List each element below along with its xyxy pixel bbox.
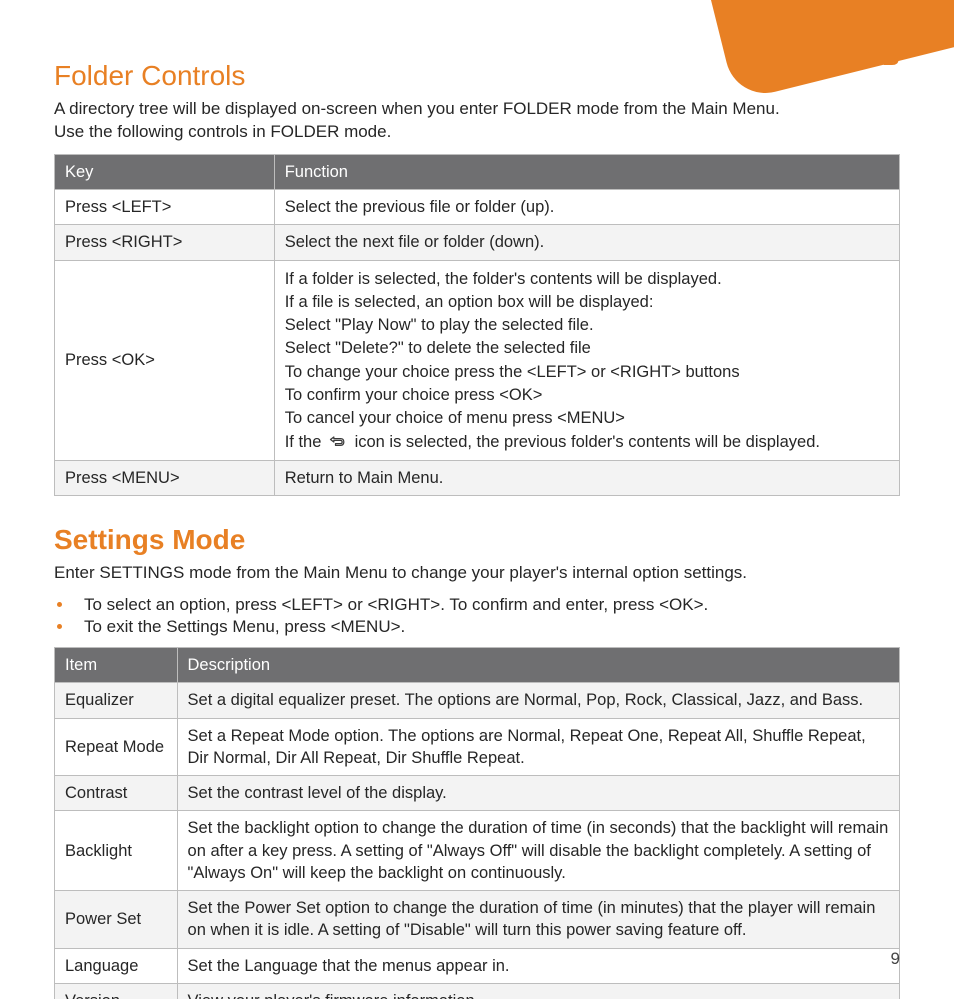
desc-cell: View your player's firmware information. xyxy=(177,983,899,999)
desc-cell: Set a Repeat Mode option. The options ar… xyxy=(177,718,899,776)
ok-line: If the icon is selected, the previous fo… xyxy=(285,431,889,453)
settings-intro: Enter SETTINGS mode from the Main Menu t… xyxy=(54,562,900,585)
item-cell: Repeat Mode xyxy=(55,718,178,776)
table-row: Press <RIGHT> Select the next file or fo… xyxy=(55,225,900,260)
table-row: Press <OK> If a folder is selected, the … xyxy=(55,260,900,460)
page: GB Folder Controls A directory tree will… xyxy=(0,0,954,999)
settings-table-header-item: Item xyxy=(55,648,178,683)
table-row: Repeat Mode Set a Repeat Mode option. Th… xyxy=(55,718,900,776)
func-cell: Select the previous file or folder (up). xyxy=(274,190,899,225)
func-cell: Select the next file or folder (down). xyxy=(274,225,899,260)
ok-line: To change your choice press the <LEFT> o… xyxy=(285,361,889,383)
back-folder-icon xyxy=(328,433,348,447)
folder-table-header-func: Function xyxy=(274,154,899,189)
ok-line: If a file is selected, an option box wil… xyxy=(285,291,889,313)
table-row: Version View your player's firmware info… xyxy=(55,983,900,999)
table-row: Equalizer Set a digital equalizer preset… xyxy=(55,683,900,718)
desc-cell: Set a digital equalizer preset. The opti… xyxy=(177,683,899,718)
settings-table: Item Description Equalizer Set a digital… xyxy=(54,647,900,999)
folder-intro: A directory tree will be displayed on-sc… xyxy=(54,98,900,144)
item-cell: Equalizer xyxy=(55,683,178,718)
item-cell: Power Set xyxy=(55,891,178,949)
folder-controls-table: Key Function Press <LEFT> Select the pre… xyxy=(54,154,900,496)
ok-line-suffix: icon is selected, the previous folder's … xyxy=(355,433,820,451)
desc-cell: Set the backlight option to change the d… xyxy=(177,811,899,891)
desc-cell: Set the Language that the menus appear i… xyxy=(177,948,899,983)
func-cell: If a folder is selected, the folder's co… xyxy=(274,260,899,460)
ok-line: To cancel your choice of menu press <MEN… xyxy=(285,407,889,429)
ok-line: If a folder is selected, the folder's co… xyxy=(285,268,889,290)
key-cell: Press <RIGHT> xyxy=(55,225,275,260)
language-badge: GB xyxy=(863,44,900,72)
settings-bullet: To exit the Settings Menu, press <MENU>. xyxy=(74,617,900,637)
folder-controls-heading: Folder Controls xyxy=(54,60,900,92)
desc-cell: Set the Power Set option to change the d… xyxy=(177,891,899,949)
desc-cell: Set the contrast level of the display. xyxy=(177,776,899,811)
item-cell: Backlight xyxy=(55,811,178,891)
folder-intro-line1: A directory tree will be displayed on-sc… xyxy=(54,99,780,118)
table-row: Language Set the Language that the menus… xyxy=(55,948,900,983)
key-cell: Press <LEFT> xyxy=(55,190,275,225)
key-cell: Press <MENU> xyxy=(55,460,275,495)
table-row: Contrast Set the contrast level of the d… xyxy=(55,776,900,811)
ok-line-prefix: If the xyxy=(285,433,326,451)
settings-bullets: To select an option, press <LEFT> or <RI… xyxy=(54,595,900,637)
settings-bullet: To select an option, press <LEFT> or <RI… xyxy=(74,595,900,615)
ok-line: To confirm your choice press <OK> xyxy=(285,384,889,406)
settings-table-header-desc: Description xyxy=(177,648,899,683)
folder-table-header-key: Key xyxy=(55,154,275,189)
settings-mode-heading: Settings Mode xyxy=(54,524,900,556)
item-cell: Contrast xyxy=(55,776,178,811)
item-cell: Language xyxy=(55,948,178,983)
table-row: Backlight Set the backlight option to ch… xyxy=(55,811,900,891)
item-cell: Version xyxy=(55,983,178,999)
ok-line: Select "Play Now" to play the selected f… xyxy=(285,314,889,336)
page-number: 9 xyxy=(891,949,900,969)
func-cell: Return to Main Menu. xyxy=(274,460,899,495)
ok-line: Select "Delete?" to delete the selected … xyxy=(285,337,889,359)
table-row: Power Set Set the Power Set option to ch… xyxy=(55,891,900,949)
table-row: Press <LEFT> Select the previous file or… xyxy=(55,190,900,225)
table-row: Press <MENU> Return to Main Menu. xyxy=(55,460,900,495)
folder-intro-line2: Use the following controls in FOLDER mod… xyxy=(54,122,391,141)
key-cell: Press <OK> xyxy=(55,260,275,460)
